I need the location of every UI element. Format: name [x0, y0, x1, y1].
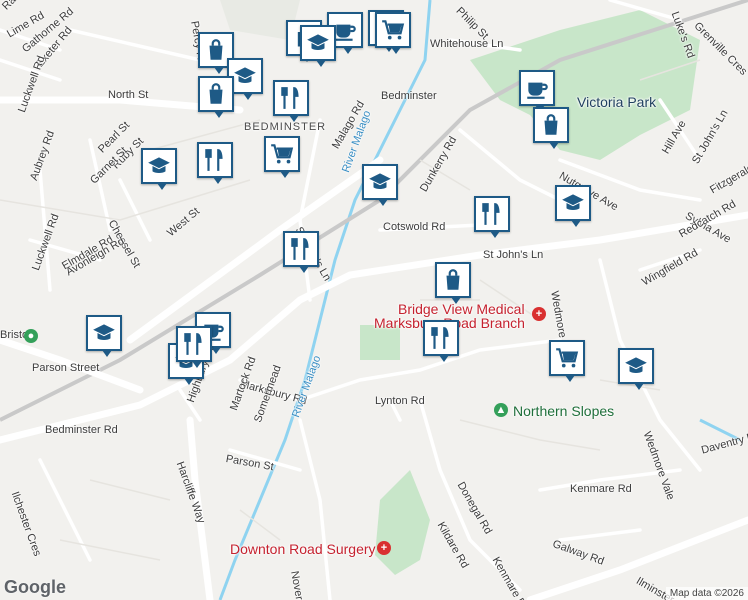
graduation-cap-icon: [623, 353, 649, 379]
restaurant-pin[interactable]: [423, 320, 459, 362]
shopping-bag-pin[interactable]: [198, 76, 234, 118]
cart-icon: [380, 17, 406, 43]
cart-pin[interactable]: [375, 12, 411, 54]
street-label: North St: [108, 89, 149, 101]
restaurant-icon: [278, 85, 304, 111]
shopping-bag-pin[interactable]: [533, 107, 569, 149]
map-attribution[interactable]: Map data ©2026: [665, 587, 748, 600]
street-label: St John's Ln: [483, 249, 544, 261]
cart-icon: [554, 345, 580, 371]
cart-icon: [269, 141, 295, 167]
graduation-cap-icon: [560, 190, 586, 216]
medical-marker-icon: +: [532, 307, 546, 321]
shopping-bag-icon: [203, 81, 229, 107]
street-label: Bedminster Rd: [45, 424, 118, 436]
station-marker-icon: ●: [24, 329, 38, 343]
street-label: Whitehouse Ln: [430, 38, 504, 50]
cart-pin[interactable]: [549, 340, 585, 382]
restaurant-icon: [181, 331, 207, 357]
park-marker-icon: ▲: [494, 403, 508, 417]
graduation-cap-icon: [146, 153, 172, 179]
shopping-bag-icon: [440, 267, 466, 293]
cart-pin[interactable]: [264, 136, 300, 178]
restaurant-pin[interactable]: [283, 231, 319, 273]
graduation-cap-icon: [232, 63, 258, 89]
station-label-bedminster: Bedminster: [381, 90, 437, 102]
coffee-pin[interactable]: [519, 70, 555, 112]
graduation-cap-pin[interactable]: [86, 315, 122, 357]
medical-marker-icon: +: [377, 541, 391, 555]
restaurant-icon: [288, 236, 314, 262]
shopping-bag-pin[interactable]: [435, 262, 471, 304]
graduation-cap-icon: [305, 30, 331, 56]
graduation-cap-icon: [367, 169, 393, 195]
street-label: Lynton Rd: [375, 395, 425, 407]
street-label: Kenmare Rd: [570, 483, 632, 495]
station-label-parson-street: Parson Street: [32, 362, 100, 374]
restaurant-pin[interactable]: [474, 196, 510, 238]
restaurant-pin[interactable]: [273, 80, 309, 122]
area-label: BEDMINSTER: [244, 121, 327, 133]
graduation-cap-pin[interactable]: [300, 25, 336, 67]
graduation-cap-pin[interactable]: [618, 348, 654, 390]
graduation-cap-pin[interactable]: [141, 148, 177, 190]
restaurant-pin[interactable]: [176, 326, 212, 368]
google-logo: Google: [4, 577, 66, 597]
park-label-northern-slopes: Northern Slopes: [513, 403, 615, 419]
shopping-bag-icon: [203, 37, 229, 63]
park-label-victoria: Victoria Park: [577, 94, 657, 110]
medical-label-downton-road: Downton Road Surgery: [230, 541, 376, 557]
graduation-cap-pin[interactable]: [555, 185, 591, 227]
graduation-cap-icon: [91, 320, 117, 346]
shopping-bag-icon: [538, 112, 564, 138]
restaurant-icon: [479, 201, 505, 227]
restaurant-icon: [202, 147, 228, 173]
map-canvas[interactable]: Raleigh RdLime RdGathorne RdExeter RdNor…: [0, 0, 748, 600]
graduation-cap-pin[interactable]: [362, 164, 398, 206]
restaurant-pin[interactable]: [197, 142, 233, 184]
restaurant-icon: [428, 325, 454, 351]
street-label: Cotswold Rd: [383, 221, 446, 233]
coffee-icon: [524, 75, 550, 101]
